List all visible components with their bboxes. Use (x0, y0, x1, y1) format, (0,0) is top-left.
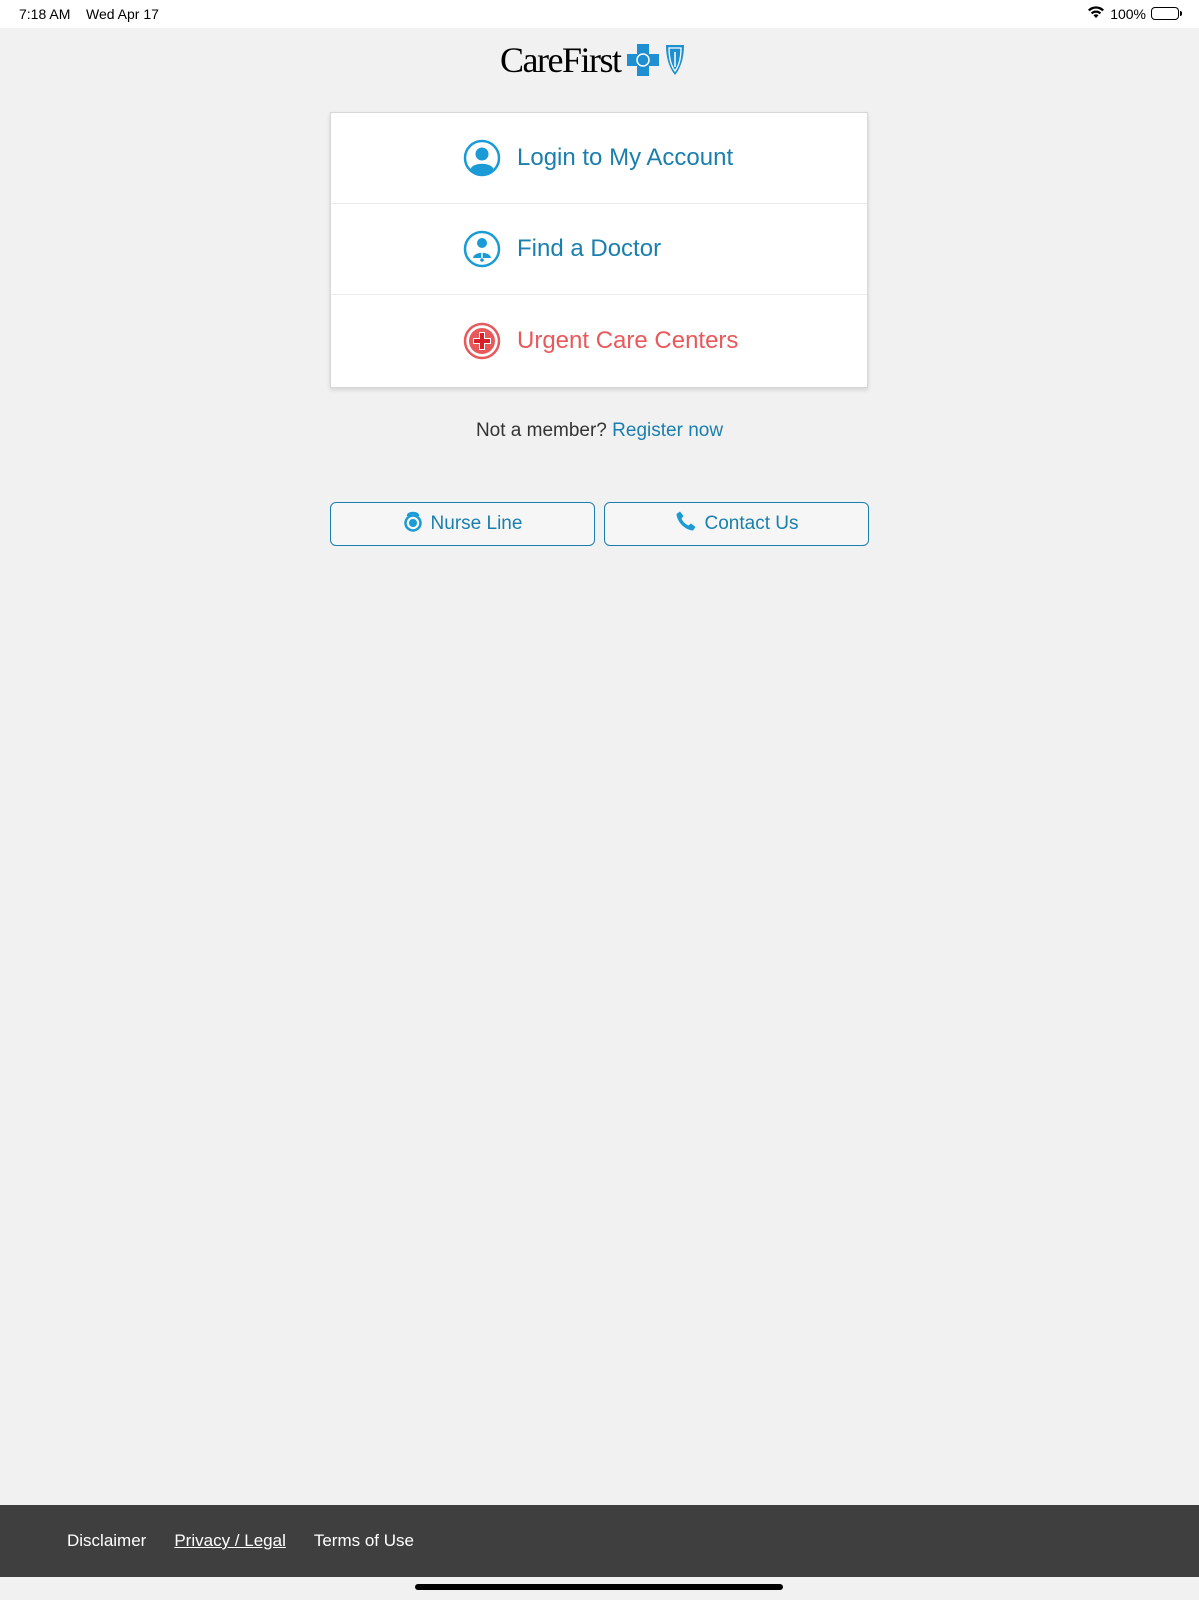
contact-us-label: Contact Us (704, 513, 799, 534)
status-time: 7:18 AM (19, 6, 71, 22)
user-icon (463, 139, 501, 177)
footer: Disclaimer Privacy / Legal Terms of Use (0, 1505, 1199, 1577)
login-menu-item[interactable]: Login to My Account (331, 113, 867, 204)
find-doctor-label: Find a Doctor (517, 235, 662, 262)
phone-icon (675, 510, 697, 538)
login-label: Login to My Account (517, 144, 734, 171)
find-doctor-menu-item[interactable]: Find a Doctor (331, 204, 867, 295)
register-now-link[interactable]: Register now (612, 420, 723, 441)
doctor-icon (463, 230, 501, 268)
blue-cross-blue-shield-icon (626, 43, 688, 77)
status-date: Wed Apr 17 (86, 6, 159, 22)
urgent-care-label: Urgent Care Centers (517, 326, 739, 354)
medical-cross-icon (463, 322, 501, 360)
wifi-icon (1087, 5, 1105, 22)
privacy-legal-link[interactable]: Privacy / Legal (174, 1531, 286, 1551)
urgent-care-menu-item[interactable]: Urgent Care Centers (331, 295, 867, 386)
main-menu-card: Login to My Account Find a Doctor Urgent… (330, 112, 868, 388)
status-bar: 7:18 AM Wed Apr 17 100% (0, 0, 1199, 28)
terms-of-use-link[interactable]: Terms of Use (314, 1531, 414, 1551)
battery-percent: 100% (1110, 5, 1146, 22)
disclaimer-link[interactable]: Disclaimer (67, 1531, 146, 1551)
contact-us-button[interactable]: Contact Us (604, 502, 869, 546)
register-prompt-text: Not a member? (475, 420, 607, 441)
nurse-line-button[interactable]: Nurse Line (330, 502, 595, 546)
nurse-icon (403, 510, 423, 538)
home-indicator[interactable] (415, 1584, 783, 1590)
battery-icon (1151, 7, 1182, 20)
status-right: 100% (1087, 5, 1182, 22)
logo-text: CareFirst (500, 40, 622, 80)
register-prompt: Not a member? Register now (0, 420, 1199, 442)
nurse-line-label: Nurse Line (430, 513, 523, 534)
carefirst-logo: CareFirst (500, 40, 688, 80)
